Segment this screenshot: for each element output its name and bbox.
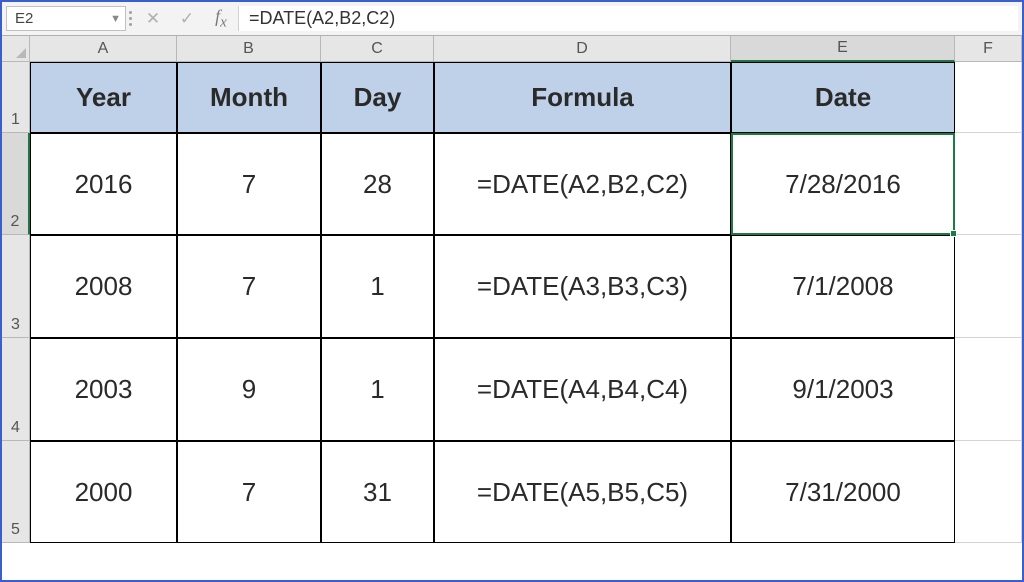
row-header-5[interactable]: 5 bbox=[2, 441, 30, 543]
name-box-value: E2 bbox=[15, 10, 33, 27]
row-header-4[interactable]: 4 bbox=[2, 338, 30, 441]
formula-bar: E2 ▼ ✕ ✓ fx =DATE(A2,B2,C2) bbox=[2, 2, 1022, 36]
cell-A5[interactable]: 2000 bbox=[30, 441, 177, 543]
cell-F1[interactable] bbox=[955, 62, 1022, 133]
cell-A3[interactable]: 2008 bbox=[30, 235, 177, 338]
column-headers: A B C D E F bbox=[30, 36, 1022, 62]
cell-D5[interactable]: =DATE(A5,B5,C5) bbox=[434, 441, 731, 543]
row-header-1[interactable]: 1 bbox=[2, 62, 30, 133]
col-header-B[interactable]: B bbox=[177, 36, 321, 62]
cell-E4[interactable]: 9/1/2003 bbox=[731, 338, 955, 441]
col-header-F[interactable]: F bbox=[955, 36, 1022, 62]
cell-C5[interactable]: 31 bbox=[321, 441, 434, 543]
cell-C3[interactable]: 1 bbox=[321, 235, 434, 338]
cell-A1[interactable]: Year bbox=[30, 62, 177, 133]
col-header-D[interactable]: D bbox=[434, 36, 731, 62]
col-header-A[interactable]: A bbox=[30, 36, 177, 62]
row-header-2[interactable]: 2 bbox=[2, 133, 30, 235]
cell-B3[interactable]: 7 bbox=[177, 235, 321, 338]
row-headers: 1 2 3 4 5 bbox=[2, 62, 30, 580]
cell-C1[interactable]: Day bbox=[321, 62, 434, 133]
cell-E5[interactable]: 7/31/2000 bbox=[731, 441, 955, 543]
excel-window: E2 ▼ ✕ ✓ fx =DATE(A2,B2,C2) A B C D E F … bbox=[0, 0, 1024, 582]
cell-E2[interactable]: 7/28/2016 bbox=[731, 133, 955, 235]
separator bbox=[126, 2, 136, 35]
cell-D3[interactable]: =DATE(A3,B3,C3) bbox=[434, 235, 731, 338]
col-header-C[interactable]: C bbox=[321, 36, 434, 62]
cell-C4[interactable]: 1 bbox=[321, 338, 434, 441]
enter-icon[interactable]: ✓ bbox=[170, 2, 204, 35]
cell-D2[interactable]: =DATE(A2,B2,C2) bbox=[434, 133, 731, 235]
cell-D4[interactable]: =DATE(A4,B4,C4) bbox=[434, 338, 731, 441]
cell-E1[interactable]: Date bbox=[731, 62, 955, 133]
formula-input[interactable]: =DATE(A2,B2,C2) bbox=[238, 6, 1018, 31]
cell-B1[interactable]: Month bbox=[177, 62, 321, 133]
cell-A4[interactable]: 2003 bbox=[30, 338, 177, 441]
cell-F3[interactable] bbox=[955, 235, 1022, 338]
cell-grid: Year Month Day Formula Date 2016 7 28 =D… bbox=[30, 62, 1022, 580]
row-header-3[interactable]: 3 bbox=[2, 235, 30, 338]
formula-text: =DATE(A2,B2,C2) bbox=[249, 8, 395, 29]
cell-B5[interactable]: 7 bbox=[177, 441, 321, 543]
cancel-icon[interactable]: ✕ bbox=[136, 2, 170, 35]
cell-E2-value: 7/28/2016 bbox=[785, 169, 901, 200]
cell-F2[interactable] bbox=[955, 133, 1022, 235]
cell-B4[interactable]: 9 bbox=[177, 338, 321, 441]
cell-D1[interactable]: Formula bbox=[434, 62, 731, 133]
cell-F4[interactable] bbox=[955, 338, 1022, 441]
col-header-E[interactable]: E bbox=[731, 36, 955, 62]
fx-icon[interactable]: fx bbox=[204, 2, 238, 35]
dropdown-icon[interactable]: ▼ bbox=[110, 13, 121, 25]
worksheet: A B C D E F 1 2 3 4 5 Year Month Day For… bbox=[2, 36, 1022, 580]
cell-B2[interactable]: 7 bbox=[177, 133, 321, 235]
cell-F5[interactable] bbox=[955, 441, 1022, 543]
name-box[interactable]: E2 ▼ bbox=[6, 6, 126, 31]
cell-A2[interactable]: 2016 bbox=[30, 133, 177, 235]
cell-C2[interactable]: 28 bbox=[321, 133, 434, 235]
select-all-corner[interactable] bbox=[2, 36, 30, 62]
cell-E3[interactable]: 7/1/2008 bbox=[731, 235, 955, 338]
